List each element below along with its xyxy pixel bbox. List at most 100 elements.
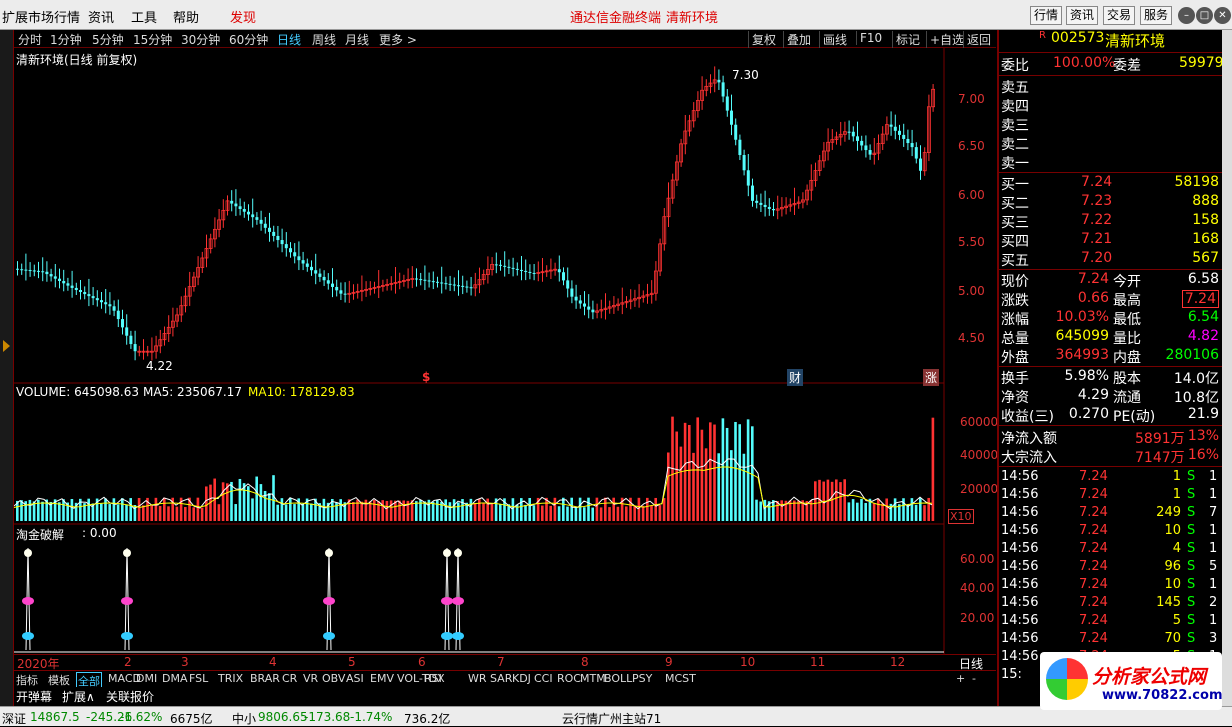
service-button[interactable]: 服务 <box>1140 6 1172 25</box>
price-tick: 5.50 <box>958 235 985 249</box>
volume-bar <box>490 503 494 521</box>
indicator-tab[interactable]: WR <box>468 672 487 685</box>
volume-bar <box>713 424 716 521</box>
f10-button[interactable]: F10 <box>856 31 882 45</box>
volume-bar <box>452 499 456 521</box>
left-collapse-strip[interactable] <box>0 30 14 710</box>
stat-value: 0.270 <box>1068 406 1109 422</box>
date-axis: 2020年 2 3 4 5 6 7 8 9 10 11 12 日线 <box>14 654 996 671</box>
period-tab[interactable]: 15分钟 <box>133 31 172 48</box>
menu-discover[interactable]: 发现 <box>230 7 256 26</box>
restore-rights-button[interactable]: 复权 <box>748 31 776 48</box>
add-favorite-button[interactable]: +自选 <box>926 31 964 48</box>
kline-svg[interactable] <box>14 48 996 654</box>
tab-remove-icon[interactable]: - <box>972 672 976 685</box>
indicator-tab[interactable]: EMV <box>370 672 394 685</box>
dividend-marker[interactable]: $ <box>422 370 430 384</box>
overlay-button[interactable]: 叠加 <box>783 31 811 48</box>
candle-body <box>280 240 284 245</box>
menu-help[interactable]: 帮助 <box>173 7 199 26</box>
period-tab[interactable]: 分时 <box>18 31 42 48</box>
tick-price: 7.24 <box>1079 541 1108 556</box>
scrollbar[interactable] <box>1222 30 1232 710</box>
indicator-tab[interactable]: DMI <box>136 672 157 685</box>
indicator-tab[interactable]: ROC <box>557 672 581 685</box>
indicator-tab[interactable]: 指标 <box>16 672 38 688</box>
volume-bar <box>725 427 729 521</box>
mark-button[interactable]: 标记 <box>892 31 920 48</box>
period-tab-active[interactable]: 日线 <box>277 31 301 48</box>
indicator-tab[interactable]: FSL <box>189 672 208 685</box>
volume-bar <box>667 452 670 521</box>
maximize-icon[interactable]: □ <box>1196 7 1213 24</box>
candle-body <box>562 272 565 281</box>
candle-body <box>247 211 250 215</box>
candle-body <box>914 147 918 159</box>
indicator-tab[interactable]: RSI <box>424 672 442 685</box>
indicator-tab[interactable]: OBV <box>322 672 345 685</box>
menu-market[interactable]: 扩展市场行情 <box>2 7 80 26</box>
indicator-tab[interactable]: KDJ <box>512 672 531 685</box>
volume-bar <box>373 499 376 521</box>
indicator-tab[interactable]: CR <box>282 672 297 685</box>
tick-time: 14:56 <box>1001 613 1039 628</box>
tab-add-icon[interactable]: + <box>956 672 965 685</box>
chart-area[interactable]: 清新环境(日线 前复权) 7.30 4.22 7.00 6.50 6.00 5.… <box>14 48 998 670</box>
expand-arrow-icon[interactable] <box>3 340 10 352</box>
indicator-tab[interactable]: MCST <box>665 672 696 685</box>
indicator-tab[interactable]: 模板 <box>48 672 70 688</box>
indicator-tab[interactable]: BOLL <box>604 672 632 685</box>
close-icon[interactable]: ✕ <box>1214 7 1231 24</box>
indicator-tab[interactable]: BRAR <box>250 672 280 685</box>
period-tab[interactable]: 周线 <box>312 31 336 48</box>
volume-bar <box>431 501 435 521</box>
period-more[interactable]: 更多 > <box>379 31 417 48</box>
indicator-tab[interactable]: VR <box>303 672 318 685</box>
period-tab[interactable]: 60分钟 <box>229 31 268 48</box>
volume-bar <box>268 493 271 521</box>
period-tab[interactable]: 30分钟 <box>181 31 220 48</box>
indicator-tab[interactable]: CCI <box>534 672 553 685</box>
stat-label: 现价 <box>1001 274 1029 290</box>
volume-bar <box>381 500 384 521</box>
tick-side: S <box>1187 487 1196 502</box>
indicator-tab[interactable]: ASI <box>346 672 364 685</box>
volume-bar <box>100 503 103 521</box>
indicator-tab[interactable]: MTM <box>580 672 606 685</box>
indicator-tab[interactable]: PSY <box>632 672 652 685</box>
price-tick: 6.50 <box>958 139 985 153</box>
danmaku-tab[interactable]: 开弹幕 <box>16 688 52 705</box>
stat-label: 今开 <box>1113 274 1141 290</box>
volume-bar <box>448 502 452 521</box>
minimize-icon[interactable]: – <box>1178 7 1195 24</box>
candle-body <box>272 231 276 236</box>
buy-level: 买一 7.24 58198 <box>1001 174 1221 193</box>
draw-line-button[interactable]: 画线 <box>819 31 847 48</box>
candle-body <box>331 283 334 287</box>
candle-body <box>503 265 507 267</box>
indicator-tab[interactable]: TRIX <box>218 672 243 685</box>
period-tab[interactable]: 1分钟 <box>50 31 82 48</box>
related-quote-tab[interactable]: 关联报价 <box>106 688 154 705</box>
volume-bar <box>772 500 775 521</box>
menu-tools[interactable]: 工具 <box>131 7 157 26</box>
quote-button[interactable]: 行情 <box>1030 6 1062 25</box>
tick-price: 7.24 <box>1079 469 1108 484</box>
limit-up-marker[interactable]: 涨 <box>923 369 940 386</box>
indicator-tab[interactable]: SAR <box>490 672 512 685</box>
candle-body <box>759 202 763 205</box>
period-tab[interactable]: 月线 <box>345 31 369 48</box>
period-tab[interactable]: 5分钟 <box>92 31 124 48</box>
tick-row: 14:56 7.24 10 S 1 <box>1001 523 1221 542</box>
sell-level: 卖五 <box>1001 77 1221 96</box>
info-button[interactable]: 资讯 <box>1066 6 1098 25</box>
trade-button[interactable]: 交易 <box>1103 6 1135 25</box>
menu-news[interactable]: 资讯 <box>88 7 114 26</box>
candle-body <box>322 276 326 281</box>
extend-tab[interactable]: 扩展∧ <box>62 688 95 705</box>
back-button[interactable]: 返回 <box>963 31 991 48</box>
volume-bar <box>734 421 737 521</box>
finance-marker[interactable]: 财 <box>787 369 804 386</box>
volume-bar <box>910 498 914 521</box>
indicator-tab[interactable]: DMA <box>162 672 188 685</box>
